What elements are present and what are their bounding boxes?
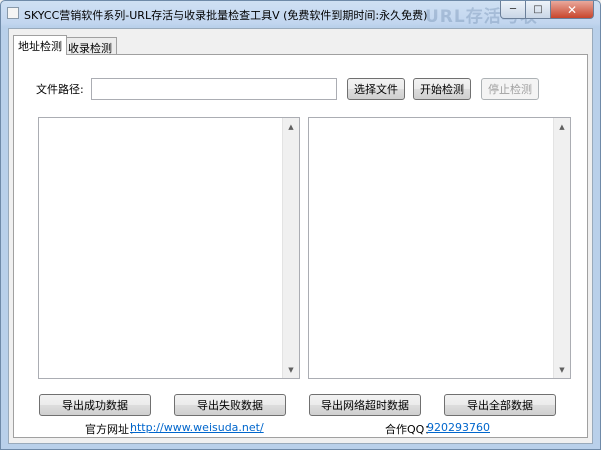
choose-file-button[interactable]: 选择文件 — [347, 78, 405, 100]
start-check-button[interactable]: 开始检测 — [413, 78, 471, 100]
export-all-button[interactable]: 导出全部数据 — [444, 394, 556, 416]
app-icon — [7, 7, 19, 19]
result-list-left[interactable]: ▲ ▼ — [38, 117, 300, 379]
stop-check-button[interactable]: 停止检测 — [481, 78, 539, 100]
scroll-up-icon[interactable]: ▲ — [554, 118, 570, 135]
client-area: 地址检测 收录检测 文件路径: 选择文件 开始检测 停止检测 ▲ ▼ ▲ ▼ 导… — [8, 28, 593, 444]
title-bar[interactable]: SKYCC营销软件系列-URL存活与收录批量检查工具V (免费软件到期时间:永久… — [1, 1, 600, 27]
minimize-icon: ─ — [509, 4, 517, 15]
scroll-down-icon[interactable]: ▼ — [554, 361, 570, 378]
maximize-button[interactable]: □ — [526, 1, 551, 19]
close-button[interactable]: ✕ — [551, 1, 594, 19]
window-title: SKYCC营销软件系列-URL存活与收录批量检查工具V (免费软件到期时间:永久… — [24, 9, 428, 22]
result-list-right[interactable]: ▲ ▼ — [308, 117, 571, 379]
tab-index-check[interactable]: 收录检测 — [63, 37, 117, 55]
export-timeout-button[interactable]: 导出网络超时数据 — [309, 394, 421, 416]
minimize-button[interactable]: ─ — [500, 1, 526, 19]
tab-address-check[interactable]: 地址检测 — [13, 35, 67, 55]
file-path-input[interactable] — [91, 78, 337, 100]
caption-buttons: ─ □ ✕ — [500, 1, 594, 19]
close-icon: ✕ — [566, 2, 578, 17]
file-path-label: 文件路径: — [36, 83, 84, 96]
export-success-button[interactable]: 导出成功数据 — [39, 394, 151, 416]
right-list-scrollbar[interactable]: ▲ ▼ — [553, 118, 570, 378]
maximize-icon: □ — [533, 4, 543, 15]
left-list-scrollbar[interactable]: ▲ ▼ — [282, 118, 299, 378]
scroll-up-icon[interactable]: ▲ — [283, 118, 299, 135]
website-link[interactable]: http://www.weisuda.net/ — [130, 421, 264, 434]
app-window: SKYCC营销软件系列-URL存活与收录批量检查工具V (免费软件到期时间:永久… — [0, 0, 601, 450]
qq-link[interactable]: 920293760 — [427, 421, 490, 434]
scroll-down-icon[interactable]: ▼ — [283, 361, 299, 378]
export-failure-button[interactable]: 导出失败数据 — [174, 394, 286, 416]
